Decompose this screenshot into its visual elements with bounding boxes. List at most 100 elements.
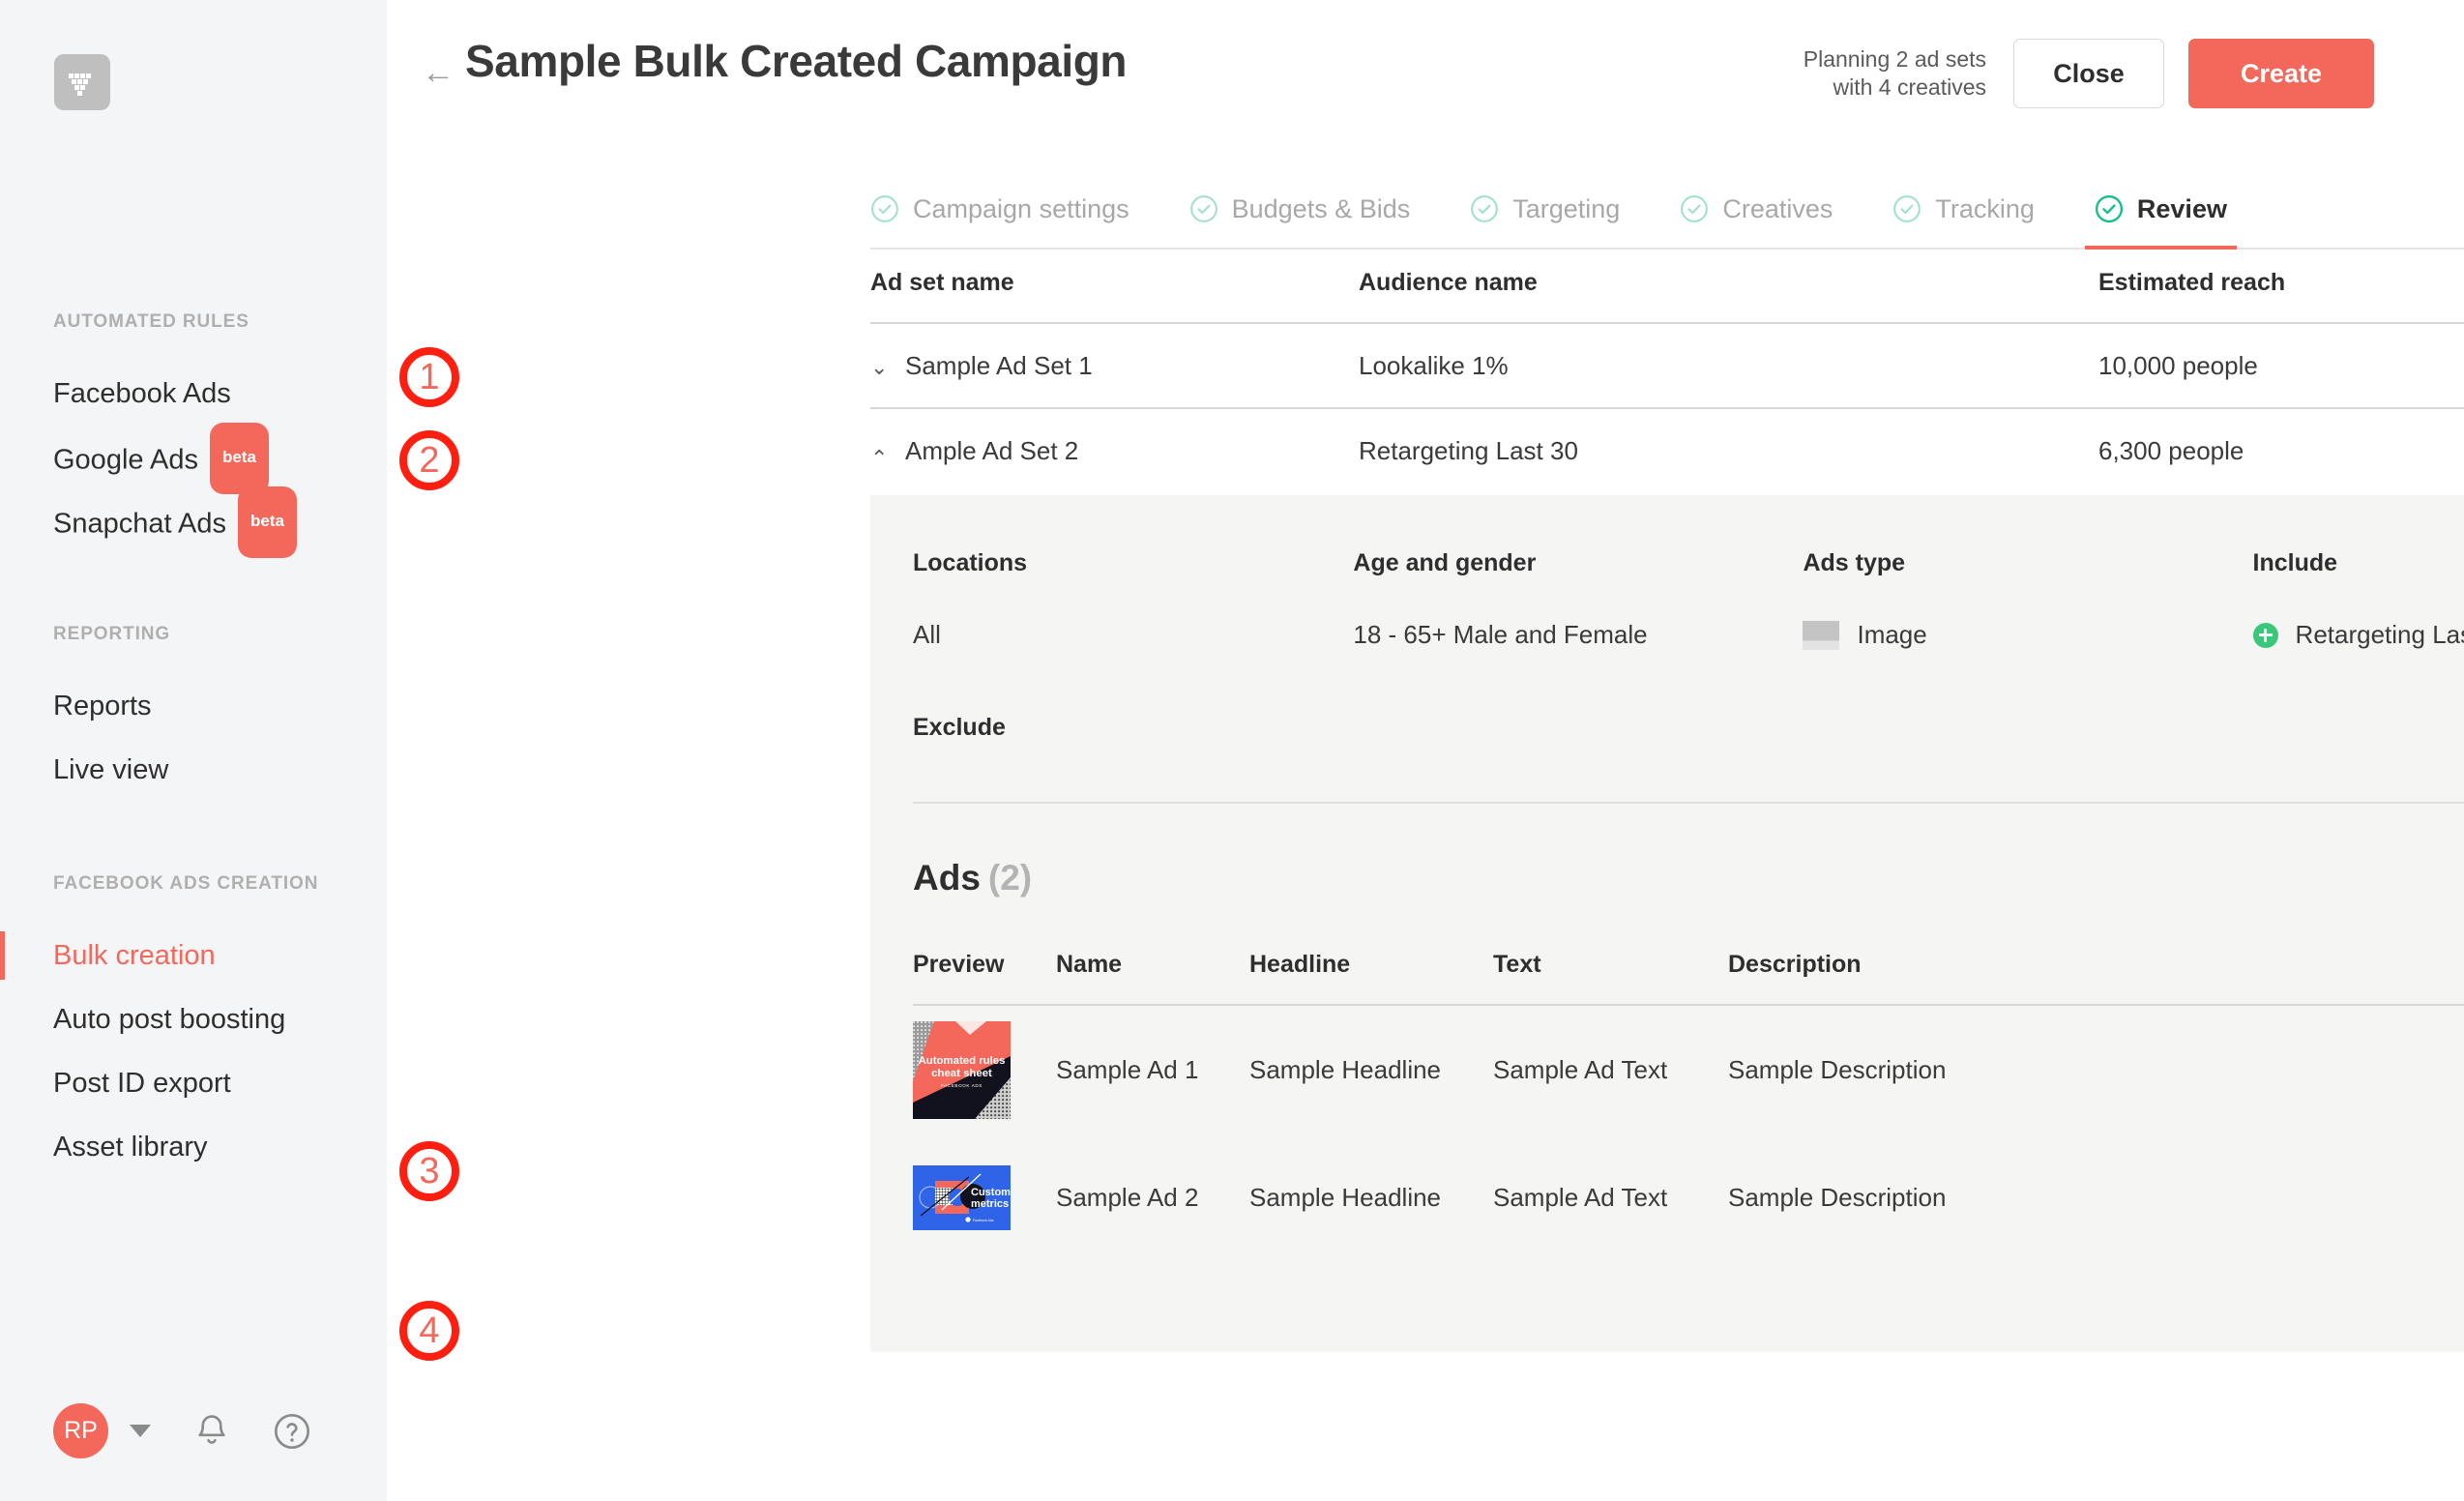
ad-thumbnail[interactable]: Automated rules cheat sheet FACEBOOK ADS xyxy=(913,1020,1011,1119)
locations-column: Locations All xyxy=(913,549,1353,650)
sidebar-item-label: Auto post boosting xyxy=(53,1004,286,1035)
tab-label: Budgets & Bids xyxy=(1231,193,1411,223)
annotation-marker-1: 1 xyxy=(399,347,459,407)
sidebar-section-facebook-ads-creation: FACEBOOK ADS CREATION Bulk creation Auto… xyxy=(0,873,387,1179)
annotation-marker-4: 4 xyxy=(399,1301,459,1361)
chevron-down-icon[interactable] xyxy=(130,1425,151,1437)
table-row[interactable]: ⌄ Sample Ad Set 1 Lookalike 1% 10,000 peo… xyxy=(870,322,2464,407)
ads-table-header: Preview Name Headline Text Description xyxy=(913,951,2464,1006)
image-placeholder-icon xyxy=(1803,620,1840,650)
app-logo-icon[interactable] xyxy=(54,54,110,110)
tab-review[interactable]: Review xyxy=(2084,170,2238,250)
ad-preview-cell: Automated rules cheat sheet FACEBOOK ADS xyxy=(913,1020,1056,1119)
sidebar-section-automated-rules: AUTOMATED RULES Facebook Ads Google Ads b… xyxy=(0,311,387,558)
column-header-ad-set-name: Ad set name xyxy=(870,269,1014,296)
sidebar-item-facebook-ads[interactable]: Facebook Ads xyxy=(0,362,387,426)
audience-name-cell: Retargeting Last 30 xyxy=(1359,435,1578,465)
bell-icon[interactable] xyxy=(193,1412,230,1451)
ads-type-column: Ads type Image xyxy=(1803,549,2252,650)
ad-creative-1-image: Automated rules cheat sheet FACEBOOK ADS xyxy=(913,1020,1011,1119)
ad-name-cell: Sample Ad 2 xyxy=(1056,1182,1199,1212)
ads-section-title: Ads (2) xyxy=(913,858,2464,898)
chevron-up-icon[interactable]: ⌃ xyxy=(870,447,892,469)
age-gender-header: Age and gender xyxy=(1353,549,1537,576)
estimated-reach-cell: 10,000 people xyxy=(2098,350,2258,380)
check-circle-icon xyxy=(2095,194,2123,223)
sidebar-item-post-id-export[interactable]: Post ID export xyxy=(0,1051,387,1115)
include-header: Include xyxy=(2252,549,2338,576)
svg-text:cheat sheet: cheat sheet xyxy=(931,1068,992,1079)
svg-text:Custom: Custom xyxy=(971,1187,1011,1198)
tab-tracking[interactable]: Tracking xyxy=(1892,170,2035,248)
close-button[interactable]: Close xyxy=(2013,39,2164,108)
app-root: AUTOMATED RULES Facebook Ads Google Ads b… xyxy=(0,0,2464,1501)
svg-text:Facebook Ads: Facebook Ads xyxy=(973,1219,994,1222)
tab-label: Campaign settings xyxy=(913,193,1129,223)
ads-type-header: Ads type xyxy=(1803,549,1906,576)
create-button[interactable]: Create xyxy=(2188,39,2374,108)
sidebar-item-label: Bulk creation xyxy=(53,940,216,971)
tab-creatives[interactable]: Creatives xyxy=(1680,170,1833,248)
sidebar-item-asset-library[interactable]: Asset library xyxy=(0,1115,387,1179)
ad-set-detail-panel: Locations All Age and gender 18 - 65+ Ma… xyxy=(870,495,2464,1352)
column-header-preview: Preview xyxy=(913,951,1005,978)
chevron-down-icon[interactable]: ⌄ xyxy=(870,356,892,378)
avatar[interactable]: RP xyxy=(53,1403,108,1458)
beta-badge: beta xyxy=(209,423,269,494)
table-row[interactable]: Automated rules cheat sheet FACEBOOK ADS… xyxy=(913,1006,2464,1133)
ad-headline-cell: Sample Headline xyxy=(1249,1054,1442,1084)
topbar-actions: Planning 2 ad sets with 4 creatives Clos… xyxy=(1804,39,2374,108)
tab-targeting[interactable]: Targeting xyxy=(1470,170,1620,248)
annotation-marker-3: 3 xyxy=(399,1141,459,1201)
column-header-description: Description xyxy=(1728,951,1862,978)
wizard-steps: Campaign settings Budgets & Bids Targeti… xyxy=(870,170,2464,250)
audience-name-cell: Lookalike 1% xyxy=(1359,350,1509,380)
planning-summary: Planning 2 ad sets with 4 creatives xyxy=(1804,45,1986,102)
ad-description-cell: Sample Description xyxy=(1728,1054,1947,1084)
sidebar-item-snapchat-ads[interactable]: Snapchat Ads beta xyxy=(0,486,387,558)
check-circle-icon xyxy=(1471,195,1499,222)
table-row[interactable]: ⌃ Ample Ad Set 2 Retargeting Last 30 6,30… xyxy=(870,407,2464,492)
ad-thumbnail[interactable]: Custom metrics Facebook Ads xyxy=(913,1164,1011,1230)
help-circle-icon[interactable] xyxy=(273,1412,311,1451)
sidebar-section-reporting: REPORTING Reports Live view xyxy=(0,624,387,802)
topbar: ← Sample Bulk Created Campaign Planning … xyxy=(387,0,2464,135)
annotation-marker-2: 2 xyxy=(399,430,459,490)
logo-glyph-icon xyxy=(69,74,91,96)
sidebar-item-label: Google Ads xyxy=(53,444,198,476)
sidebar-item-auto-post-boosting[interactable]: Auto post boosting xyxy=(0,987,387,1051)
tab-label: Targeting xyxy=(1512,193,1621,223)
sidebar-item-google-ads[interactable]: Google Ads beta xyxy=(0,423,387,494)
ad-set-name-cell[interactable]: ⌄ Sample Ad Set 1 xyxy=(870,351,1359,381)
svg-text:Automated rules: Automated rules xyxy=(919,1055,1006,1067)
column-header-audience-name: Audience name xyxy=(1359,269,1538,296)
locations-value: All xyxy=(913,620,941,649)
table-row[interactable]: Custom metrics Facebook Ads Sample Ad 2 … xyxy=(913,1133,2464,1261)
column-header-headline: Headline xyxy=(1249,951,1351,978)
page-title: Sample Bulk Created Campaign xyxy=(465,36,1128,86)
ads-count: (2) xyxy=(987,858,1033,898)
check-circle-icon xyxy=(1893,195,1921,222)
planning-line-1: Planning 2 ad sets xyxy=(1803,46,1986,73)
sidebar-item-live-view[interactable]: Live view xyxy=(0,738,387,802)
back-arrow-icon[interactable]: ← xyxy=(422,56,455,89)
tab-campaign-settings[interactable]: Campaign settings xyxy=(870,170,1129,248)
targeting-summary-grid: Locations All Age and gender 18 - 65+ Ma… xyxy=(913,549,2464,650)
sidebar-item-bulk-creation[interactable]: Bulk creation xyxy=(0,924,387,987)
svg-text:metrics: metrics xyxy=(971,1198,1009,1210)
ad-set-name-cell[interactable]: ⌃ Ample Ad Set 2 xyxy=(870,436,1359,469)
sidebar-item-label: Asset library xyxy=(53,1132,208,1163)
ad-text-cell: Sample Ad Text xyxy=(1493,1182,1668,1212)
ad-headline-cell: Sample Headline xyxy=(1249,1182,1442,1212)
ad-preview-cell: Custom metrics Facebook Ads xyxy=(913,1164,1056,1230)
main-content: ← Sample Bulk Created Campaign Planning … xyxy=(387,0,2464,1501)
sidebar-item-label: Post ID export xyxy=(53,1068,231,1099)
sidebar-item-label: Live view xyxy=(53,754,169,785)
ad-set-table-header: Ad set name Audience name Estimated reac… xyxy=(870,269,2464,322)
sidebar-item-label: Reports xyxy=(53,691,152,721)
plus-circle-icon xyxy=(2252,622,2278,648)
ad-name-cell: Sample Ad 1 xyxy=(1056,1054,1199,1084)
tab-budgets-bids[interactable]: Budgets & Bids xyxy=(1189,170,1411,248)
sidebar-item-reports[interactable]: Reports xyxy=(0,674,387,738)
sidebar-section-label: FACEBOOK ADS CREATION xyxy=(53,873,319,894)
